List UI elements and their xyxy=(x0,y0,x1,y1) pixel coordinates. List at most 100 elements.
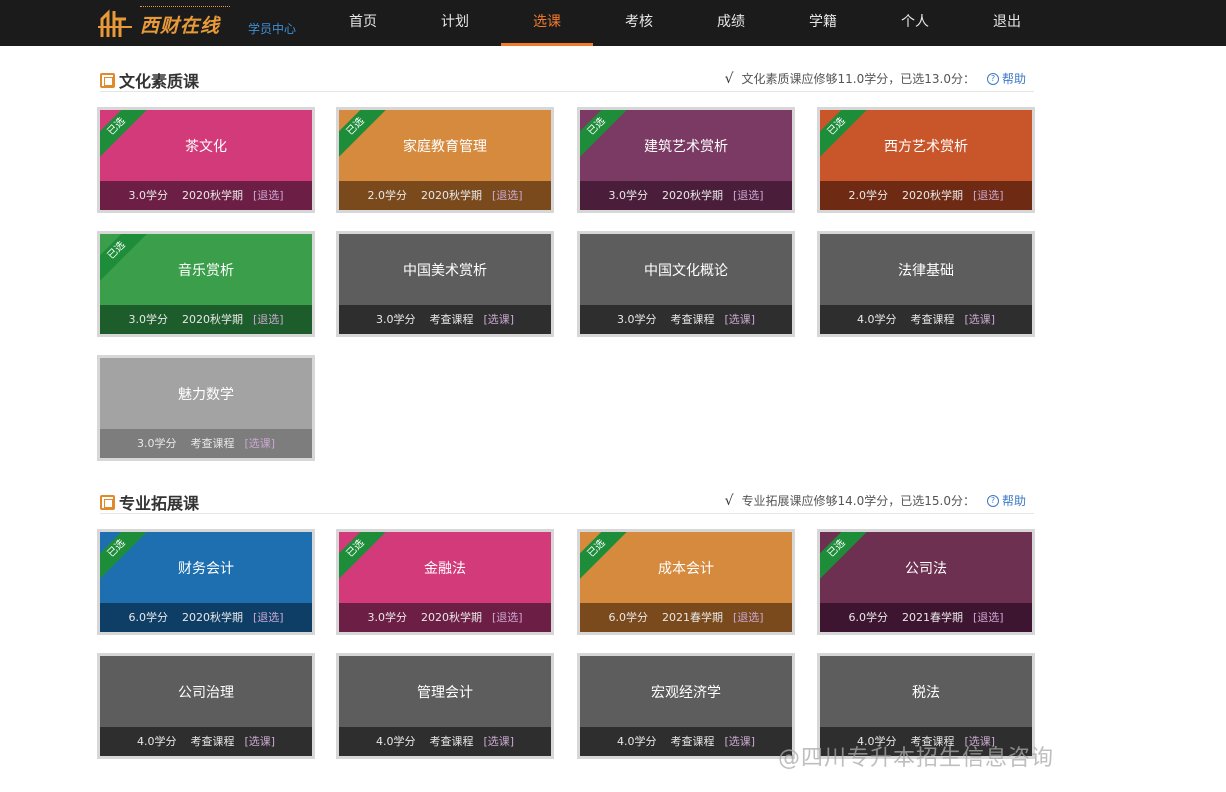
nav-course-selection[interactable]: 选课 xyxy=(501,0,593,46)
course-card[interactable]: 已选 茶文化 3.0学分 2020秋学期 [退选] xyxy=(97,107,315,213)
course-name: 税法 xyxy=(912,685,940,701)
nav-student-status[interactable]: 学籍 xyxy=(777,0,869,46)
course-term: 2021春学期 xyxy=(661,611,723,624)
nav-exam[interactable]: 考核 xyxy=(593,0,685,46)
course-credits: 6.0学分 xyxy=(608,611,648,624)
drop-course-link[interactable]: [退选] xyxy=(492,611,523,624)
course-term: 考查课程 xyxy=(190,735,235,748)
course-card[interactable]: 已选 建筑艺术赏析 3.0学分 2020秋学期 [退选] xyxy=(577,107,795,213)
course-credits: 4.0学分 xyxy=(616,735,657,748)
section-header-professional: 专业拓展课 √ 专业拓展课应修够14.0学分，已选15.0分： ? 帮助 xyxy=(100,484,1034,514)
course-card[interactable]: 中国美术赏析 3.0学分 考查课程 [选课] xyxy=(336,231,554,337)
course-footer: 6.0学分 2021春学期 [退选] xyxy=(820,603,1032,632)
course-card[interactable]: 已选 公司法 6.0学分 2021春学期 [退选] xyxy=(817,529,1035,635)
section-square-icon xyxy=(100,494,115,510)
course-term: 2020秋学期 xyxy=(420,189,482,202)
nav-personal[interactable]: 个人 xyxy=(869,0,961,46)
section-credit-info: √ 专业拓展课应修够14.0学分，已选15.0分： ? 帮助 xyxy=(725,492,1026,509)
nav-home[interactable]: 首页 xyxy=(317,0,409,46)
course-credits: 2.0学分 xyxy=(367,189,407,202)
course-name: 建筑艺术赏析 xyxy=(644,139,728,155)
course-credits: 3.0学分 xyxy=(367,611,407,624)
credit-requirement-text: 专业拓展课应修够14.0学分，已选15.0分： xyxy=(741,494,975,508)
course-name: 中国美术赏析 xyxy=(403,263,487,279)
select-course-link[interactable]: [选课] xyxy=(244,437,275,450)
course-card[interactable]: 已选 成本会计 6.0学分 2021春学期 [退选] xyxy=(577,529,795,635)
course-footer: 4.0学分 考查课程 [选课] xyxy=(100,727,312,756)
course-card[interactable]: 管理会计 4.0学分 考查课程 [选课] xyxy=(336,653,554,759)
course-card[interactable]: 魅力数学 3.0学分 考查课程 [选课] xyxy=(97,355,315,461)
help-link[interactable]: ? 帮助 xyxy=(986,70,1026,87)
select-course-link[interactable]: [选课] xyxy=(483,735,514,748)
course-name: 中国文化概论 xyxy=(644,263,728,279)
drop-course-link[interactable]: [退选] xyxy=(733,611,764,624)
drop-course-link[interactable]: [退选] xyxy=(253,313,284,326)
course-credits: 6.0学分 xyxy=(128,611,168,624)
course-term: 2020秋学期 xyxy=(181,313,243,326)
course-footer: 6.0学分 2021春学期 [退选] xyxy=(580,603,792,632)
site-logo[interactable]: 西财在线 xyxy=(96,4,230,44)
main-nav: 首页 计划 选课 考核 成绩 学籍 个人 退出 xyxy=(317,0,1053,46)
drop-course-link[interactable]: [退选] xyxy=(733,189,764,202)
course-credits: 4.0学分 xyxy=(136,735,177,748)
course-card[interactable]: 已选 西方艺术赏析 2.0学分 2020秋学期 [退选] xyxy=(817,107,1035,213)
student-center-label: 学员中心 xyxy=(248,22,297,36)
drop-course-link[interactable]: [退选] xyxy=(253,611,284,624)
course-name: 管理会计 xyxy=(417,685,473,701)
course-credits: 3.0学分 xyxy=(608,189,648,202)
nav-logout[interactable]: 退出 xyxy=(961,0,1053,46)
course-footer: 3.0学分 2020秋学期 [退选] xyxy=(339,603,551,632)
course-footer: 4.0学分 考查课程 [选课] xyxy=(820,305,1032,334)
course-name: 家庭教育管理 xyxy=(403,139,487,155)
course-card[interactable]: 已选 音乐赏析 3.0学分 2020秋学期 [退选] xyxy=(97,231,315,337)
section-title-text: 文化素质课 xyxy=(119,72,200,91)
course-card[interactable]: 中国文化概论 3.0学分 考查课程 [选课] xyxy=(577,231,795,337)
course-name: 法律基础 xyxy=(898,263,954,279)
help-link-text: 帮助 xyxy=(1001,494,1026,508)
select-course-link[interactable]: [选课] xyxy=(964,313,995,326)
help-circle-icon: ? xyxy=(986,494,999,507)
course-name: 成本会计 xyxy=(658,561,714,577)
help-link-text: 帮助 xyxy=(1001,72,1026,86)
course-name: 音乐赏析 xyxy=(178,263,234,279)
course-card[interactable]: 已选 家庭教育管理 2.0学分 2020秋学期 [退选] xyxy=(336,107,554,213)
course-term: 2020秋学期 xyxy=(181,189,243,202)
course-footer: 4.0学分 考查课程 [选课] xyxy=(339,727,551,756)
course-card[interactable]: 已选 金融法 3.0学分 2020秋学期 [退选] xyxy=(336,529,554,635)
watermark-text: @四川专升本招生信息咨询 xyxy=(778,746,1055,771)
course-card[interactable]: 法律基础 4.0学分 考查课程 [选课] xyxy=(817,231,1035,337)
select-course-link[interactable]: [选课] xyxy=(724,735,755,748)
drop-course-link[interactable]: [退选] xyxy=(973,611,1004,624)
nav-plan[interactable]: 计划 xyxy=(409,0,501,46)
course-term: 考查课程 xyxy=(670,735,715,748)
course-credits: 3.0学分 xyxy=(128,189,168,202)
check-mark-icon: √ xyxy=(724,70,734,87)
course-name: 公司法 xyxy=(905,561,947,577)
section-title: 文化素质课 xyxy=(100,68,199,92)
course-card[interactable]: 已选 财务会计 6.0学分 2020秋学期 [退选] xyxy=(97,529,315,635)
nav-grades[interactable]: 成绩 xyxy=(685,0,777,46)
course-card[interactable]: 公司治理 4.0学分 考查课程 [选课] xyxy=(97,653,315,759)
logo-tagline xyxy=(140,6,230,9)
course-card[interactable]: 宏观经济学 4.0学分 考查课程 [选课] xyxy=(577,653,795,759)
course-footer: 3.0学分 2020秋学期 [退选] xyxy=(100,305,312,334)
course-credits: 3.0学分 xyxy=(375,313,416,326)
drop-course-link[interactable]: [退选] xyxy=(973,189,1004,202)
course-credits: 4.0学分 xyxy=(856,313,897,326)
course-term: 考查课程 xyxy=(190,437,235,450)
course-credits: 3.0学分 xyxy=(136,437,177,450)
help-link[interactable]: ? 帮助 xyxy=(986,492,1026,509)
help-circle-icon: ? xyxy=(986,72,999,85)
course-name: 魅力数学 xyxy=(178,387,234,403)
drop-course-link[interactable]: [退选] xyxy=(253,189,284,202)
section-title: 专业拓展课 xyxy=(100,490,199,514)
select-course-link[interactable]: [选课] xyxy=(244,735,275,748)
select-course-link[interactable]: [选课] xyxy=(483,313,514,326)
drop-course-link[interactable]: [退选] xyxy=(492,189,523,202)
course-name: 茶文化 xyxy=(185,139,227,155)
course-name: 西方艺术赏析 xyxy=(884,139,968,155)
section-square-icon xyxy=(100,72,115,88)
course-term: 2021春学期 xyxy=(901,611,963,624)
course-footer: 3.0学分 考查课程 [选课] xyxy=(580,305,792,334)
select-course-link[interactable]: [选课] xyxy=(724,313,755,326)
